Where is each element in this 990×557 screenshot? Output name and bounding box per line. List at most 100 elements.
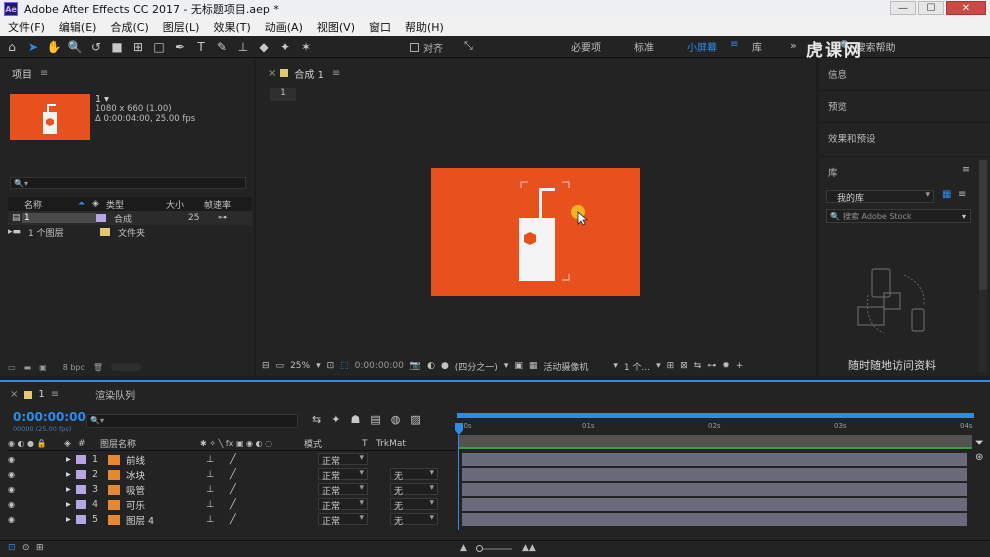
layer-switches-header-icon[interactable]: ✱ ✧ ╲ fx ▣ ◉ ◐ ◌ <box>200 439 304 448</box>
col-type[interactable]: 类型 <box>106 198 166 211</box>
effects-presets-panel-link[interactable]: 效果和预设 <box>828 131 876 145</box>
close-tab-icon[interactable]: × <box>10 389 18 400</box>
layout-icon[interactable]: ⊞ <box>667 361 675 371</box>
shy-switch-icon[interactable]: ⊥ <box>206 484 230 495</box>
current-time[interactable]: 0:00:00:00 <box>355 361 404 371</box>
magnification-icon[interactable]: ⊟ <box>262 361 270 371</box>
timeline-current-time[interactable]: 0:00:00:00 <box>13 410 86 424</box>
zoom-out-icon[interactable]: ▲ <box>460 543 467 553</box>
workspace-menu-icon[interactable]: ≡ <box>730 39 738 50</box>
menu-animation[interactable]: 动画(A) <box>265 19 303 35</box>
project-search-input[interactable]: 🔍▾ <box>10 177 246 189</box>
type-tool-icon[interactable]: T <box>192 38 210 56</box>
interpret-footage-icon[interactable]: ▭ <box>8 363 16 372</box>
frame-blending-icon[interactable]: ▤ <box>370 413 380 426</box>
eye-icon[interactable]: ◉ <box>8 485 18 494</box>
col-fps[interactable]: 帧速率 <box>204 198 244 211</box>
comp-breadcrumb[interactable]: 1 <box>270 88 296 101</box>
layer-label-swatch[interactable] <box>76 470 86 479</box>
time-ruler[interactable]: 00s 01s 02s 03s 04s <box>457 418 974 434</box>
layer-name[interactable]: 冰块 <box>126 468 206 482</box>
comp-mini-flowchart-icon[interactable]: ⇆ <box>312 413 321 426</box>
trash-icon[interactable]: 🗑 <box>93 363 103 372</box>
expand-arrow-icon[interactable]: ▸ <box>66 484 76 495</box>
project-row[interactable]: ▸▬ 1 个图层 文件夹 <box>8 225 252 239</box>
new-composition-icon[interactable]: ▣ <box>39 363 47 372</box>
workspace-standard[interactable]: 标准 <box>634 39 654 54</box>
bpc-label[interactable]: 8 bpc <box>63 363 85 372</box>
layer-duration-bar[interactable] <box>462 468 967 481</box>
fit-icon[interactable]: ⊡ <box>327 361 335 371</box>
3d-view-icon[interactable]: ⊠ <box>680 361 688 371</box>
layer-name[interactable]: 吸管 <box>126 483 206 497</box>
more-workspaces-icon[interactable]: » <box>790 39 797 52</box>
library-select[interactable]: 我的库 ▾ <box>826 190 934 204</box>
blend-mode-select[interactable]: 正常 <box>318 513 368 527</box>
home-tool-icon[interactable]: ⌂ <box>3 38 21 56</box>
quality-switch-icon[interactable]: ╱ <box>230 484 318 495</box>
transparency-grid-icon[interactable]: ▦ <box>529 361 538 371</box>
show-channel-icon[interactable]: ◐ <box>427 361 435 371</box>
new-folder-icon[interactable]: ▬ <box>24 363 32 372</box>
chevron-down-icon[interactable]: ▾ <box>656 361 661 371</box>
eraser-tool-icon[interactable]: ◆ <box>255 38 273 56</box>
layer-row[interactable]: ◉ ▸ 2 冰块 ⊥ ╱ <box>8 467 456 482</box>
menu-effect[interactable]: 效果(T) <box>213 19 250 35</box>
expand-arrow-icon[interactable]: ▸ <box>66 499 76 510</box>
quality-switch-icon[interactable]: ╱ <box>230 454 318 465</box>
layer-name[interactable]: 图层 4 <box>126 513 206 527</box>
panel-menu-icon[interactable]: ≡ <box>40 68 48 79</box>
menu-layer[interactable]: 图层(L) <box>163 19 200 35</box>
region-of-interest-icon[interactable]: ⬚ <box>340 361 349 371</box>
expand-arrow-icon[interactable]: ▸ <box>66 469 76 480</box>
right-panel-scrollbar[interactable] <box>979 160 987 372</box>
layer-label-swatch[interactable] <box>76 500 86 509</box>
label-tag-icon[interactable]: ◈ <box>92 199 106 209</box>
flowchart-icon[interactable]: ⊶ <box>707 361 716 371</box>
playhead-line[interactable] <box>458 435 459 530</box>
composition-frame[interactable] <box>431 168 640 296</box>
snap-toggle[interactable]: 对齐 <box>410 40 443 55</box>
pan-behind-tool-icon[interactable]: ⊞ <box>129 38 147 56</box>
chevron-down-icon[interactable]: ▾ <box>504 361 509 371</box>
blend-mode-select[interactable]: 正常 <box>318 483 368 497</box>
render-queue-tab[interactable]: 渲染队列 <box>95 387 135 402</box>
brush-tool-icon[interactable]: ✎ <box>213 38 231 56</box>
quality-switch-icon[interactable]: ╱ <box>230 499 318 510</box>
eye-icon[interactable]: ◉ <box>8 470 18 479</box>
workspace-libraries[interactable]: 库 <box>752 39 762 54</box>
sort-ascending-icon[interactable]: ⏶ <box>78 199 92 209</box>
flowchart-icon[interactable]: ⊶ <box>218 213 227 223</box>
shy-switch-icon[interactable]: ⊥ <box>206 499 230 510</box>
rotate-tool-icon[interactable]: ↺ <box>87 38 105 56</box>
lock-icon[interactable]: × <box>268 68 276 79</box>
close-button[interactable]: ✕ <box>946 1 986 15</box>
zoom-slider-handle[interactable] <box>476 545 483 552</box>
graph-editor-icon[interactable]: ▨ <box>410 413 420 426</box>
preview-panel-link[interactable]: 预览 <box>828 99 847 113</box>
layer-name[interactable]: 前线 <box>126 453 206 467</box>
eye-icon[interactable]: ◉ <box>8 455 18 464</box>
hand-tool-icon[interactable]: ✋ <box>45 38 63 56</box>
exposure-icon[interactable]: ✹ <box>722 361 730 371</box>
panel-menu-icon[interactable]: ≡ <box>962 164 970 175</box>
layer-label-swatch[interactable] <box>76 485 86 494</box>
thumbnail-slider[interactable] <box>111 363 142 371</box>
trkmat-select[interactable]: 无 <box>390 513 438 527</box>
blend-mode-select[interactable]: 正常 <box>318 498 368 512</box>
comp-marker-bin-icon[interactable]: ⏷ <box>975 436 984 450</box>
selection-tool-icon[interactable]: ➤ <box>24 38 42 56</box>
grid-view-icon[interactable]: ▦ <box>942 189 951 200</box>
expand-arrow-icon[interactable]: ▸ <box>66 454 76 465</box>
menu-edit[interactable]: 编辑(E) <box>59 19 97 35</box>
blend-mode-select[interactable]: 正常 <box>318 453 368 467</box>
label-swatch[interactable] <box>100 228 110 236</box>
project-panel-title[interactable]: 项目 <box>12 66 32 81</box>
timeline-tab[interactable]: 1 <box>38 389 44 400</box>
roto-brush-tool-icon[interactable]: ✦ <box>276 38 294 56</box>
eye-icon[interactable]: ◉ <box>8 500 18 509</box>
layer-row[interactable]: ◉ ▸ 3 吸管 ⊥ ╱ <box>8 482 456 497</box>
menu-window[interactable]: 窗口 <box>369 19 391 35</box>
menu-view[interactable]: 视图(V) <box>317 19 355 35</box>
comp-button-icon[interactable]: ⊛ <box>975 452 983 463</box>
